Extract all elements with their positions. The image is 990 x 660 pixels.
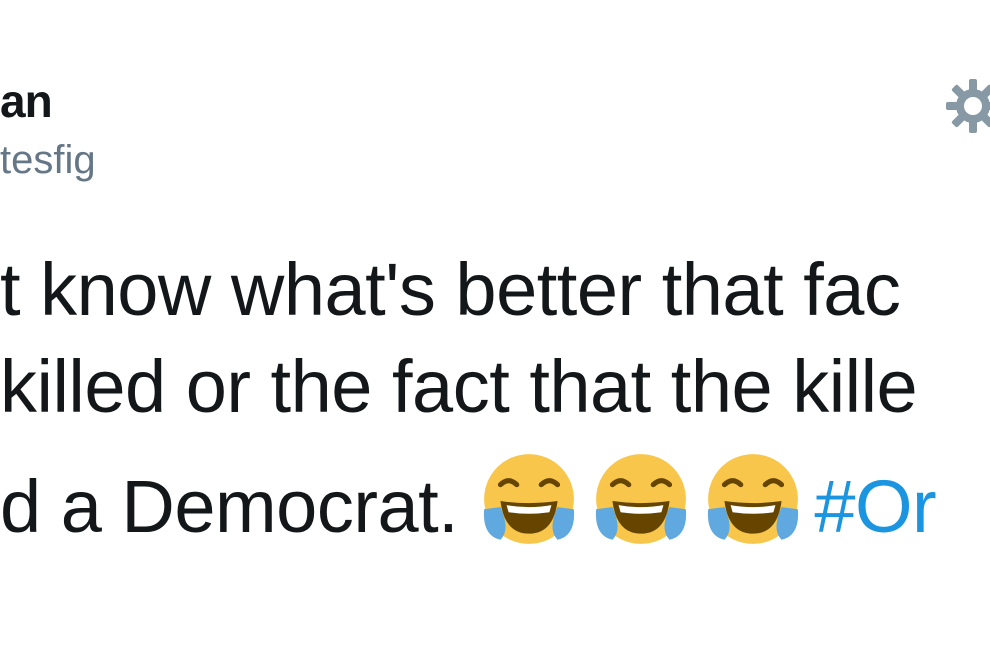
tweet-card: an tesfig t know what's better that fac … xyxy=(0,0,990,660)
tweet-text-line-1: t know what's better that fac xyxy=(0,248,901,331)
tweet-text-line-3: d a Democrat. #Or xyxy=(0,448,937,550)
author-handle[interactable]: tesfig xyxy=(0,138,96,183)
tweet-text-segment: d a Democrat. xyxy=(0,465,479,548)
face-with-tears-of-joy-icon xyxy=(702,448,804,550)
gear-icon[interactable] xyxy=(944,77,990,135)
face-with-tears-of-joy-icon xyxy=(590,448,692,550)
tweet-text-line-2: killed or the fact that the kille xyxy=(0,345,918,428)
hashtag-link[interactable]: #Or xyxy=(814,465,936,548)
face-with-tears-of-joy-icon xyxy=(478,448,580,550)
author-display-name[interactable]: an xyxy=(0,74,53,128)
